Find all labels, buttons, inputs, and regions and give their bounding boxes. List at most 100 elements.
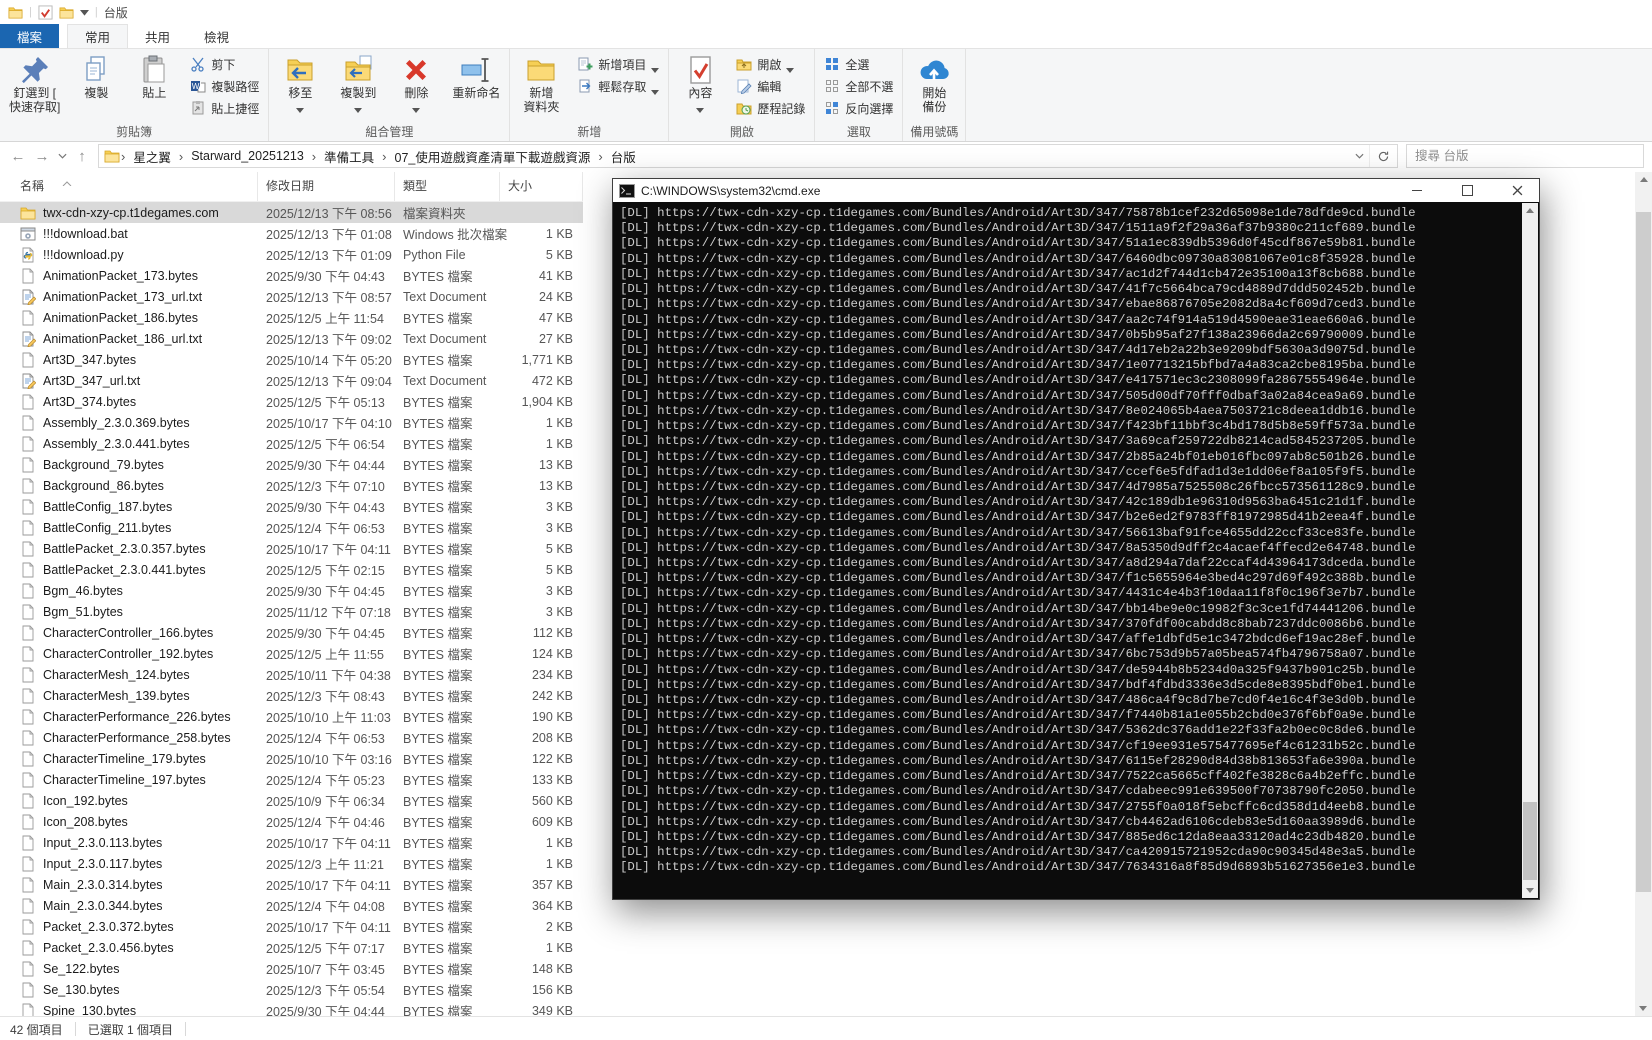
tab-share[interactable]: 共用 <box>128 24 187 48</box>
file-row[interactable]: Packet_2.3.0.456.bytes 2025/12/5 下午 07:17… <box>0 937 583 958</box>
file-row[interactable]: Bgm_46.bytes 2025/9/30 下午 04:45 BYTES 檔案 3 … <box>0 580 583 601</box>
scroll-down-icon[interactable] <box>1526 888 1534 893</box>
file-size: 124 KB <box>531 646 573 661</box>
file-row[interactable]: Main_2.3.0.314.bytes 2025/10/17 下午 04:11 B… <box>0 874 583 895</box>
tab-file[interactable]: 檔案 <box>0 24 60 48</box>
open-button[interactable]: 開啟 <box>729 53 812 75</box>
qat-customize-caret-icon[interactable] <box>79 5 89 19</box>
scroll-down-icon[interactable] <box>1639 1006 1647 1011</box>
file-size: 47 KB <box>538 310 573 325</box>
breadcrumb-item[interactable]: 07_使用遊戲資產清單下載遊戲資源 <box>388 147 598 166</box>
column-header-name[interactable]: 名稱 <box>0 172 258 201</box>
file-row[interactable]: Packet_2.3.0.372.bytes 2025/10/17 下午 04:1… <box>0 916 583 937</box>
breadcrumb-item[interactable]: 星之翼 <box>126 147 178 166</box>
file-row[interactable]: AnimationPacket_173_url.txt 2025/12/13 下午… <box>0 286 583 307</box>
refresh-icon[interactable] <box>1369 145 1397 167</box>
paste-button[interactable]: 貼上 <box>125 50 183 100</box>
file-row[interactable]: Art3D_374.bytes 2025/12/5 下午 05:13 BYTES 檔… <box>0 391 583 412</box>
file-row[interactable]: Input_2.3.0.113.bytes 2025/10/17 下午 04:11… <box>0 832 583 853</box>
file-row[interactable]: CharacterMesh_124.bytes 2025/10/11 下午 04:… <box>0 664 583 685</box>
file-row[interactable]: Assembly_2.3.0.441.bytes 2025/12/5 下午 06:… <box>0 433 583 454</box>
file-row[interactable]: CharacterMesh_139.bytes 2025/12/3 下午 08:4… <box>0 685 583 706</box>
file-row[interactable]: CharacterPerformance_258.bytes 2025/12/4 … <box>0 727 583 748</box>
scroll-up-icon[interactable] <box>1526 208 1534 213</box>
history-button[interactable]: 歷程記錄 <box>729 97 812 119</box>
up-button[interactable]: ↑ <box>70 144 94 168</box>
file-row[interactable]: Icon_192.bytes 2025/10/9 下午 06:34 BYTES 檔案… <box>0 790 583 811</box>
file-row[interactable]: CharacterPerformance_226.bytes 2025/10/10… <box>0 706 583 727</box>
file-row[interactable]: BattlePacket_2.3.0.441.bytes 2025/12/5 下午… <box>0 559 583 580</box>
file-row[interactable]: Bgm_51.bytes 2025/11/12 下午 07:18 BYTES 檔案 3… <box>0 601 583 622</box>
explorer-scrollbar[interactable] <box>1635 172 1652 1016</box>
tab-view[interactable]: 檢視 <box>187 24 246 48</box>
select-all-button[interactable]: 全選 <box>817 53 900 75</box>
forward-button[interactable]: → <box>30 144 54 168</box>
copy-button[interactable]: 複製 <box>67 50 125 100</box>
breadcrumb-item[interactable]: Starward_20251213 <box>184 149 311 163</box>
maximize-button[interactable] <box>1445 179 1489 202</box>
breadcrumb-item[interactable]: 準備工具 <box>317 147 381 166</box>
file-size: 13 KB <box>538 478 573 493</box>
file-row[interactable]: CharacterTimeline_179.bytes 2025/10/10 下午… <box>0 748 583 769</box>
rename-button[interactable]: 重新命名 <box>445 50 507 100</box>
minimize-button[interactable] <box>1395 179 1439 202</box>
file-row[interactable]: AnimationPacket_186_url.txt 2025/12/13 下午… <box>0 328 583 349</box>
recent-locations-caret-icon[interactable] <box>54 144 70 168</box>
file-row[interactable]: Background_79.bytes 2025/9/30 下午 04:44 BYT… <box>0 454 583 475</box>
select-none-button[interactable]: 全部不選 <box>817 75 900 97</box>
cut-button[interactable]: 剪下 <box>183 53 266 75</box>
search-input[interactable] <box>1406 144 1644 168</box>
column-header-type[interactable]: 類型 <box>395 172 500 201</box>
file-row[interactable]: AnimationPacket_186.bytes 2025/12/5 上午 11… <box>0 307 583 328</box>
file-row[interactable]: Assembly_2.3.0.369.bytes 2025/10/17 下午 04… <box>0 412 583 433</box>
copy-path-button[interactable]: W 複製路徑 <box>183 75 266 97</box>
column-header-date[interactable]: 修改日期 <box>258 172 395 201</box>
invert-selection-button[interactable]: 反向選擇 <box>817 97 900 119</box>
copy-to-button[interactable]: 複製到 <box>329 50 387 113</box>
file-row[interactable]: Art3D_347.bytes 2025/10/14 下午 05:20 BYTES … <box>0 349 583 370</box>
file-row[interactable]: CharacterController_166.bytes 2025/9/30 下… <box>0 622 583 643</box>
file-row[interactable]: twx-cdn-xzy-cp.t1degames.com 2025/12/13 下… <box>0 202 583 223</box>
backup-button[interactable]: 開始 備份 <box>905 50 963 114</box>
file-row[interactable]: !!!download.bat 2025/12/13 下午 01:08 Window… <box>0 223 583 244</box>
pin-button[interactable]: 釘選到 [快速存取] <box>2 50 67 114</box>
file-name: CharacterTimeline_197.bytes <box>43 772 206 787</box>
back-button[interactable]: ← <box>6 144 30 168</box>
breadcrumb-item[interactable]: 台版 <box>604 147 643 166</box>
file-row[interactable]: BattlePacket_2.3.0.357.bytes 2025/10/17 下… <box>0 538 583 559</box>
scroll-up-icon[interactable] <box>1639 177 1648 182</box>
edit-button[interactable]: 編輯 <box>729 75 812 97</box>
file-row[interactable]: BattleConfig_187.bytes 2025/9/30 下午 04:43… <box>0 496 583 517</box>
address-dropdown-caret-icon[interactable] <box>1349 144 1369 168</box>
file-row[interactable]: Se_122.bytes 2025/10/7 下午 03:45 BYTES 檔案 14… <box>0 958 583 979</box>
file-row[interactable]: CharacterController_192.bytes 2025/12/5 上… <box>0 643 583 664</box>
scrollbar-thumb[interactable] <box>1523 802 1537 880</box>
breadcrumb[interactable]: › 星之翼 › Starward_20251213 › 準備工具 › 07_使用遊戲資產清單下… <box>98 144 1398 168</box>
file-row[interactable]: BattleConfig_211.bytes 2025/12/4 下午 06:53… <box>0 517 583 538</box>
move-to-button[interactable]: 移至 <box>271 50 329 113</box>
properties-button[interactable]: 內容 <box>671 50 729 113</box>
file-row[interactable]: Main_2.3.0.344.bytes 2025/12/4 下午 04:08 BY… <box>0 895 583 916</box>
column-header-size[interactable]: 大小 <box>500 172 583 201</box>
cmd-titlebar[interactable]: C:\WINDOWS\system32\cmd.exe <box>613 179 1539 202</box>
scrollbar-thumb[interactable] <box>1636 212 1651 892</box>
new-folder-button[interactable]: 新增 資料夾 <box>512 50 570 114</box>
file-row[interactable]: Input_2.3.0.117.bytes 2025/12/3 上午 11:21 B… <box>0 853 583 874</box>
file-row[interactable]: Spine_130.bytes 2025/9/30 下午 04:44 BYTES 檔… <box>0 1000 583 1016</box>
tab-home[interactable]: 常用 <box>67 24 129 48</box>
qat-properties-icon[interactable] <box>38 5 53 20</box>
file-row[interactable]: Art3D_347_url.txt 2025/12/13 下午 09:04 Text… <box>0 370 583 391</box>
file-row[interactable]: AnimationPacket_173.bytes 2025/9/30 下午 04… <box>0 265 583 286</box>
qat-new-folder-icon[interactable] <box>59 5 74 19</box>
file-row[interactable]: !!!download.py 2025/12/13 下午 01:09 Python … <box>0 244 583 265</box>
close-button[interactable] <box>1495 179 1539 202</box>
file-row[interactable]: Background_86.bytes 2025/12/3 下午 07:10 BYT… <box>0 475 583 496</box>
file-row[interactable]: CharacterTimeline_197.bytes 2025/12/4 下午 … <box>0 769 583 790</box>
file-row[interactable]: Icon_208.bytes 2025/12/4 下午 04:46 BYTES 檔案… <box>0 811 583 832</box>
easy-access-button[interactable]: 輕鬆存取 <box>570 75 666 97</box>
delete-button[interactable]: 刪除 <box>387 50 445 113</box>
file-row[interactable]: Se_130.bytes 2025/12/3 下午 05:54 BYTES 檔案 15… <box>0 979 583 1000</box>
paste-shortcut-button[interactable]: 貼上捷徑 <box>183 97 266 119</box>
new-item-button[interactable]: 新增項目 <box>570 53 666 75</box>
console-scrollbar[interactable] <box>1522 203 1538 898</box>
